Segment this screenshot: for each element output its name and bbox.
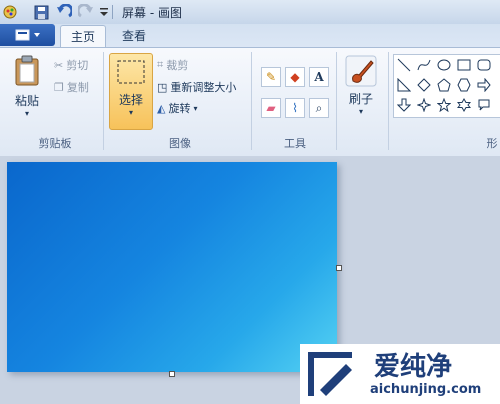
polygon-shape-icon[interactable]	[396, 77, 412, 93]
copy-label: 复制	[66, 81, 89, 94]
fill-tool[interactable]: ◆	[285, 67, 305, 87]
down-arrow-shape-icon[interactable]	[396, 97, 412, 113]
group-separator	[388, 52, 389, 150]
text-a-icon: A	[314, 70, 324, 84]
rounded-rect-shape-icon[interactable]	[476, 57, 492, 73]
title-separator	[112, 5, 113, 19]
drawing-canvas[interactable]	[7, 162, 337, 372]
five-point-star-shape-icon[interactable]	[436, 97, 452, 113]
oval-shape-icon[interactable]	[436, 57, 452, 73]
rotate-icon: ◭	[157, 101, 166, 115]
pentagon-shape-icon[interactable]	[436, 77, 452, 93]
paste-button[interactable]: 粘贴 ▾	[8, 55, 46, 118]
rotate-button[interactable]: ◭ 旋转 ▾	[157, 100, 197, 116]
menu-icon	[15, 29, 40, 41]
paste-dropdown-icon[interactable]: ▾	[8, 109, 46, 118]
paint-bucket-icon: ◆	[290, 70, 300, 84]
shapes-gallery	[393, 54, 500, 118]
text-tool[interactable]: A	[309, 67, 329, 87]
group-separator	[251, 52, 252, 150]
window-title: 屏幕 - 画图	[122, 6, 182, 20]
image-group-label: 图像	[169, 137, 191, 150]
rectangle-shape-icon[interactable]	[456, 57, 472, 73]
crop-icon: ⌗	[157, 58, 164, 71]
tab-view[interactable]: 查看	[112, 25, 156, 47]
resize-button[interactable]: ◳ 重新调整大小	[157, 79, 236, 95]
scissors-icon: ✂	[54, 58, 64, 72]
four-point-star-shape-icon[interactable]	[416, 97, 432, 113]
clipboard-group-label: 剪贴板	[38, 137, 72, 150]
speech-bubble-shape-icon[interactable]	[476, 97, 492, 113]
copy-button[interactable]: ❐ 复制	[54, 79, 89, 95]
crop-button[interactable]: ⌗ 裁剪	[157, 57, 188, 73]
eraser-tool[interactable]: ▰	[261, 98, 281, 118]
diamond-shape-icon[interactable]	[416, 77, 432, 93]
title-bar: 屏幕 - 画图	[0, 0, 500, 24]
eraser-icon: ▰	[266, 101, 276, 115]
brush-icon	[345, 55, 377, 87]
brushes-dropdown-icon[interactable]: ▾	[342, 107, 380, 116]
curve-shape-icon[interactable]	[416, 57, 432, 73]
paint-menu-button[interactable]	[0, 24, 55, 46]
crop-label: 裁剪	[166, 59, 189, 72]
customize-toolbar-icon[interactable]	[99, 4, 109, 20]
watermark-brand: 爱纯净	[374, 352, 453, 382]
group-separator	[336, 52, 337, 150]
pencil-icon: ✎	[265, 70, 277, 84]
shapes-group-label: 形	[486, 137, 498, 150]
watermark: 爱纯净 aichunjing.com	[300, 344, 500, 404]
cut-button[interactable]: ✂ 剪切	[54, 57, 88, 73]
select-rect-icon	[117, 60, 145, 84]
redo-icon[interactable]	[78, 4, 94, 20]
select-button[interactable]: 选择 ▾	[109, 53, 153, 130]
watermark-url: aichunjing.com	[370, 382, 482, 397]
right-arrow-shape-icon[interactable]	[476, 77, 492, 93]
paste-label: 粘贴	[14, 94, 39, 108]
brushes-button[interactable]: 刷子 ▾	[342, 55, 380, 116]
six-point-star-shape-icon[interactable]	[456, 97, 472, 113]
rotate-dropdown-icon[interactable]: ▾	[193, 104, 197, 113]
color-picker-tool[interactable]: ⌇	[285, 98, 305, 118]
pencil-tool[interactable]: ✎	[261, 67, 281, 87]
copy-icon: ❐	[54, 80, 64, 94]
resize-handle-right[interactable]	[336, 265, 342, 271]
tab-home[interactable]: 主页	[60, 25, 106, 48]
brushes-label: 刷子	[348, 92, 373, 106]
resize-label: 重新调整大小	[170, 81, 237, 94]
app-icon[interactable]	[2, 4, 18, 20]
clipboard-icon	[15, 55, 39, 86]
watermark-logo-icon	[308, 352, 352, 396]
eyedropper-icon: ⌇	[292, 101, 298, 115]
undo-icon[interactable]	[56, 4, 72, 20]
hexagon-shape-icon[interactable]	[456, 77, 472, 93]
save-icon[interactable]	[34, 4, 49, 20]
magnifier-icon: ⌕	[315, 100, 323, 115]
magnifier-tool[interactable]: ⌕	[309, 98, 329, 118]
cut-label: 剪切	[66, 59, 89, 72]
resize-handle-bottom[interactable]	[169, 371, 175, 377]
select-dropdown-icon[interactable]: ▾	[110, 108, 152, 117]
rotate-label: 旋转	[168, 102, 191, 115]
tools-group-label: 工具	[284, 137, 306, 150]
group-separator	[103, 52, 104, 150]
line-shape-icon[interactable]	[396, 57, 412, 73]
select-label: 选择	[118, 93, 143, 107]
resize-icon: ◳	[157, 80, 168, 94]
